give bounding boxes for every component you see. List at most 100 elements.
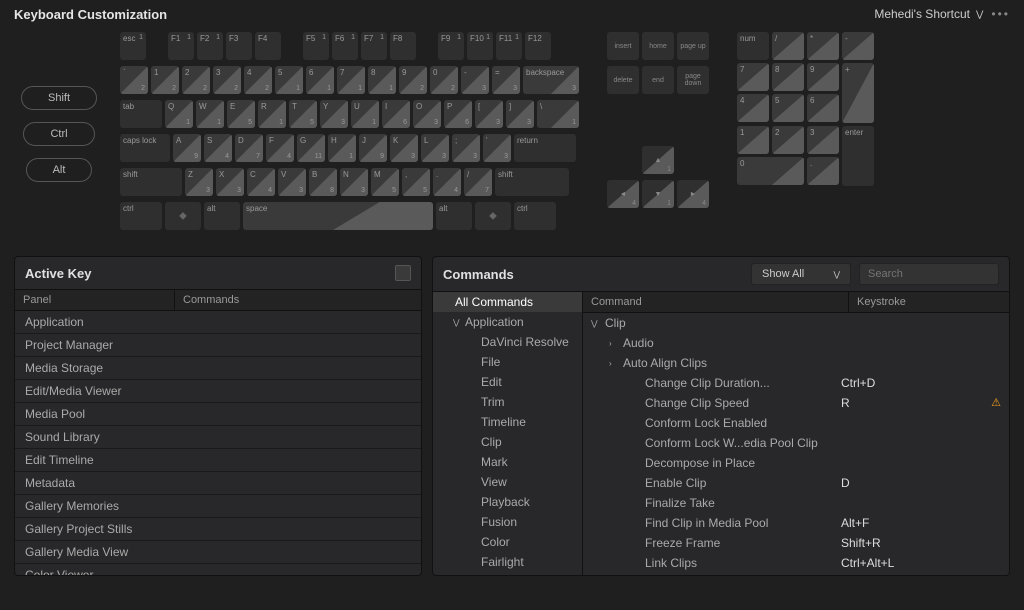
key-B[interactable]: B8: [309, 168, 337, 196]
key-/[interactable]: /7: [464, 168, 492, 196]
key-caps lock[interactable]: caps lock: [120, 134, 170, 162]
tree-item[interactable]: All Commands: [433, 292, 582, 312]
arrow-up-key[interactable]: ▲1: [642, 146, 674, 174]
command-row[interactable]: Conform Lock W...edia Pool Clip: [583, 433, 1009, 453]
key-8[interactable]: 81: [368, 66, 396, 94]
command-row[interactable]: ⋁Clip: [583, 313, 1009, 333]
key-E[interactable]: E5: [227, 100, 255, 128]
key-\[interactable]: \1: [537, 100, 579, 128]
numpad-6[interactable]: 6: [807, 94, 839, 122]
numpad-enter[interactable]: enter: [842, 126, 874, 186]
key-F7[interactable]: F71: [361, 32, 387, 60]
key-ctrl[interactable]: ctrl: [120, 202, 162, 230]
key-shift[interactable]: shift: [495, 168, 569, 196]
numpad-/[interactable]: /: [772, 32, 804, 60]
command-row[interactable]: Change Clip SpeedR ⚠: [583, 393, 1009, 413]
panel-item[interactable]: Project Manager: [15, 334, 421, 357]
tree-item[interactable]: Trim: [433, 392, 582, 412]
key-F9[interactable]: F91: [438, 32, 464, 60]
key-F4[interactable]: F4: [255, 32, 281, 60]
menu-dots-icon[interactable]: •••: [991, 7, 1010, 21]
key-N[interactable]: N3: [340, 168, 368, 196]
command-row[interactable]: Finalize Take: [583, 493, 1009, 513]
numpad-7[interactable]: 7: [737, 63, 769, 91]
panel-item[interactable]: Application: [15, 311, 421, 334]
tree-item[interactable]: Fusion: [433, 512, 582, 532]
navkey-delete[interactable]: delete: [607, 66, 639, 94]
tree-item[interactable]: Edit: [433, 372, 582, 392]
panel-item[interactable]: Gallery Media View: [15, 541, 421, 564]
tree-item[interactable]: Mark: [433, 452, 582, 472]
key-shift[interactable]: shift: [120, 168, 182, 196]
command-row[interactable]: Decompose in Place: [583, 453, 1009, 473]
key-P[interactable]: P6: [444, 100, 472, 128]
key-;[interactable]: ;3: [452, 134, 480, 162]
key-2[interactable]: 22: [182, 66, 210, 94]
numpad-num[interactable]: num: [737, 32, 769, 60]
command-row[interactable]: ›Audio: [583, 333, 1009, 353]
command-row[interactable]: ›Auto Align Clips: [583, 353, 1009, 373]
key-F[interactable]: F4: [266, 134, 294, 162]
arrow-right-key[interactable]: ►4: [677, 180, 709, 208]
panel-item[interactable]: Edit/Media Viewer: [15, 380, 421, 403]
key-7[interactable]: 71: [337, 66, 365, 94]
active-key-checkbox[interactable]: [395, 265, 411, 281]
numpad-plus[interactable]: +: [842, 63, 874, 123]
tree-item[interactable]: DaVinci Resolve: [433, 332, 582, 352]
key-F11[interactable]: F111: [496, 32, 522, 60]
key-J[interactable]: J9: [359, 134, 387, 162]
key-U[interactable]: U1: [351, 100, 379, 128]
filter-dropdown[interactable]: Show All ⋁: [751, 263, 851, 285]
panel-item[interactable]: Gallery Memories: [15, 495, 421, 518]
key-Y[interactable]: Y3: [320, 100, 348, 128]
panel-item[interactable]: Media Pool: [15, 403, 421, 426]
key-D[interactable]: D7: [235, 134, 263, 162]
key-[[interactable]: [3: [475, 100, 503, 128]
numpad-0[interactable]: 0: [737, 157, 804, 185]
alt-modifier[interactable]: Alt: [26, 158, 93, 182]
key-4[interactable]: 42: [244, 66, 272, 94]
key-F10[interactable]: F101: [467, 32, 493, 60]
key-tab[interactable]: tab: [120, 100, 162, 128]
numpad-1[interactable]: 1: [737, 126, 769, 154]
key-][interactable]: ]3: [506, 100, 534, 128]
key-T[interactable]: T5: [289, 100, 317, 128]
panel-item[interactable]: Color Viewer: [15, 564, 421, 575]
key-esc[interactable]: esc1: [120, 32, 146, 60]
numpad-2[interactable]: 2: [772, 126, 804, 154]
key-1[interactable]: 12: [151, 66, 179, 94]
navkey-page-up[interactable]: page up: [677, 32, 709, 60]
key-F1[interactable]: F11: [168, 32, 194, 60]
key-9[interactable]: 92: [399, 66, 427, 94]
key-F2[interactable]: F21: [197, 32, 223, 60]
key-I[interactable]: I6: [382, 100, 410, 128]
key-F6[interactable]: F61: [332, 32, 358, 60]
key-blank[interactable]: ◆: [475, 202, 511, 230]
key-=[interactable]: =3: [492, 66, 520, 94]
numpad-.[interactable]: .: [807, 157, 839, 185]
tree-item[interactable]: Clip: [433, 432, 582, 452]
command-row[interactable]: Conform Lock Enabled: [583, 413, 1009, 433]
numpad-4[interactable]: 4: [737, 94, 769, 122]
numpad--[interactable]: -: [842, 32, 874, 60]
key-G[interactable]: G11: [297, 134, 325, 162]
key-L[interactable]: L3: [421, 134, 449, 162]
key-F12[interactable]: F12: [525, 32, 551, 60]
numpad-3[interactable]: 3: [807, 126, 839, 154]
command-row[interactable]: Change Clip Duration...Ctrl+D: [583, 373, 1009, 393]
panel-item[interactable]: Edit Timeline: [15, 449, 421, 472]
key-ctrl[interactable]: ctrl: [514, 202, 556, 230]
key-alt[interactable]: alt: [436, 202, 472, 230]
search-box[interactable]: [859, 263, 999, 285]
key-6[interactable]: 61: [306, 66, 334, 94]
key-`[interactable]: `2: [120, 66, 148, 94]
key-H[interactable]: H1: [328, 134, 356, 162]
key-'[interactable]: '3: [483, 134, 511, 162]
key-blank[interactable]: ◆: [165, 202, 201, 230]
key-Z[interactable]: Z3: [185, 168, 213, 196]
ctrl-modifier[interactable]: Ctrl: [23, 122, 94, 146]
navkey-home[interactable]: home: [642, 32, 674, 60]
key-Q[interactable]: Q1: [165, 100, 193, 128]
tree-item[interactable]: Color: [433, 532, 582, 552]
key-C[interactable]: C4: [247, 168, 275, 196]
